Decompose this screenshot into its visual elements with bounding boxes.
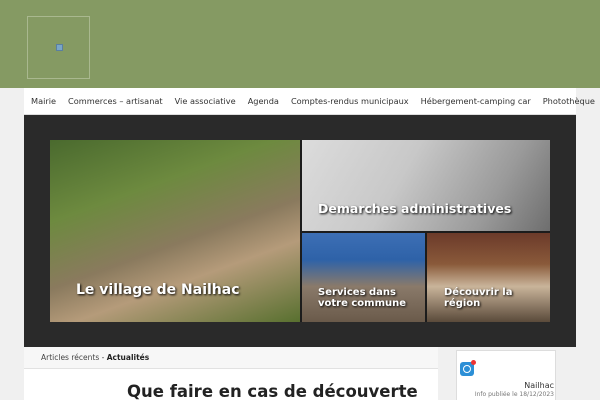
featured-grid: Le village de Nailhac Demarches administ…: [50, 140, 550, 322]
widget-name: Nailhac: [524, 381, 554, 390]
nav-item-hebergement[interactable]: Hébergement-camping car: [421, 96, 537, 106]
tile-demarches[interactable]: Demarches administratives: [302, 140, 550, 231]
notification-dot: [471, 360, 476, 365]
breadcrumb-current[interactable]: Actualités: [107, 353, 150, 362]
tile-village[interactable]: Le village de Nailhac: [50, 140, 300, 322]
tile-services[interactable]: Services dans votre commune: [302, 233, 425, 322]
breadcrumb-prefix[interactable]: Articles récents: [41, 353, 99, 362]
widget-info: Info publiée le 18/12/2023: [474, 391, 554, 398]
featured-slider: Le village de Nailhac Demarches administ…: [24, 115, 576, 347]
app-icon: [460, 360, 476, 376]
site-logo[interactable]: [27, 16, 90, 79]
breadcrumb: Articles récents - Actualités: [24, 347, 438, 369]
broken-image-icon: [56, 44, 63, 51]
tile-caption: Le village de Nailhac: [76, 282, 240, 298]
sidebar-widget[interactable]: Nailhac Info publiée le 18/12/2023: [456, 350, 556, 400]
breadcrumb-separator: -: [99, 353, 107, 362]
post-title[interactable]: Que faire en cas de découverte: [127, 382, 418, 400]
site-header: [0, 0, 600, 88]
tile-caption: Demarches administratives: [318, 201, 512, 216]
nav-item-comptes-rendus[interactable]: Comptes-rendus municipaux: [291, 96, 415, 106]
nav-item-phototheque[interactable]: Photothèque: [543, 96, 600, 106]
nav-item-commerces[interactable]: Commerces – artisanat: [68, 96, 169, 106]
tile-caption: Services dans votre commune: [318, 287, 407, 309]
nav-item-mairie[interactable]: Mairie: [31, 96, 62, 106]
nav-item-vie-associative[interactable]: Vie associative: [175, 96, 242, 106]
nav-item-agenda[interactable]: Agenda: [248, 96, 285, 106]
check-icon: [463, 365, 471, 373]
main-content: Que faire en cas de découverte: [24, 369, 438, 400]
main-nav: Mairie Commerces – artisanat Vie associa…: [24, 88, 595, 115]
tile-caption: Découvrir la région: [444, 287, 513, 309]
tile-decouvrir[interactable]: Découvrir la région: [427, 233, 550, 322]
